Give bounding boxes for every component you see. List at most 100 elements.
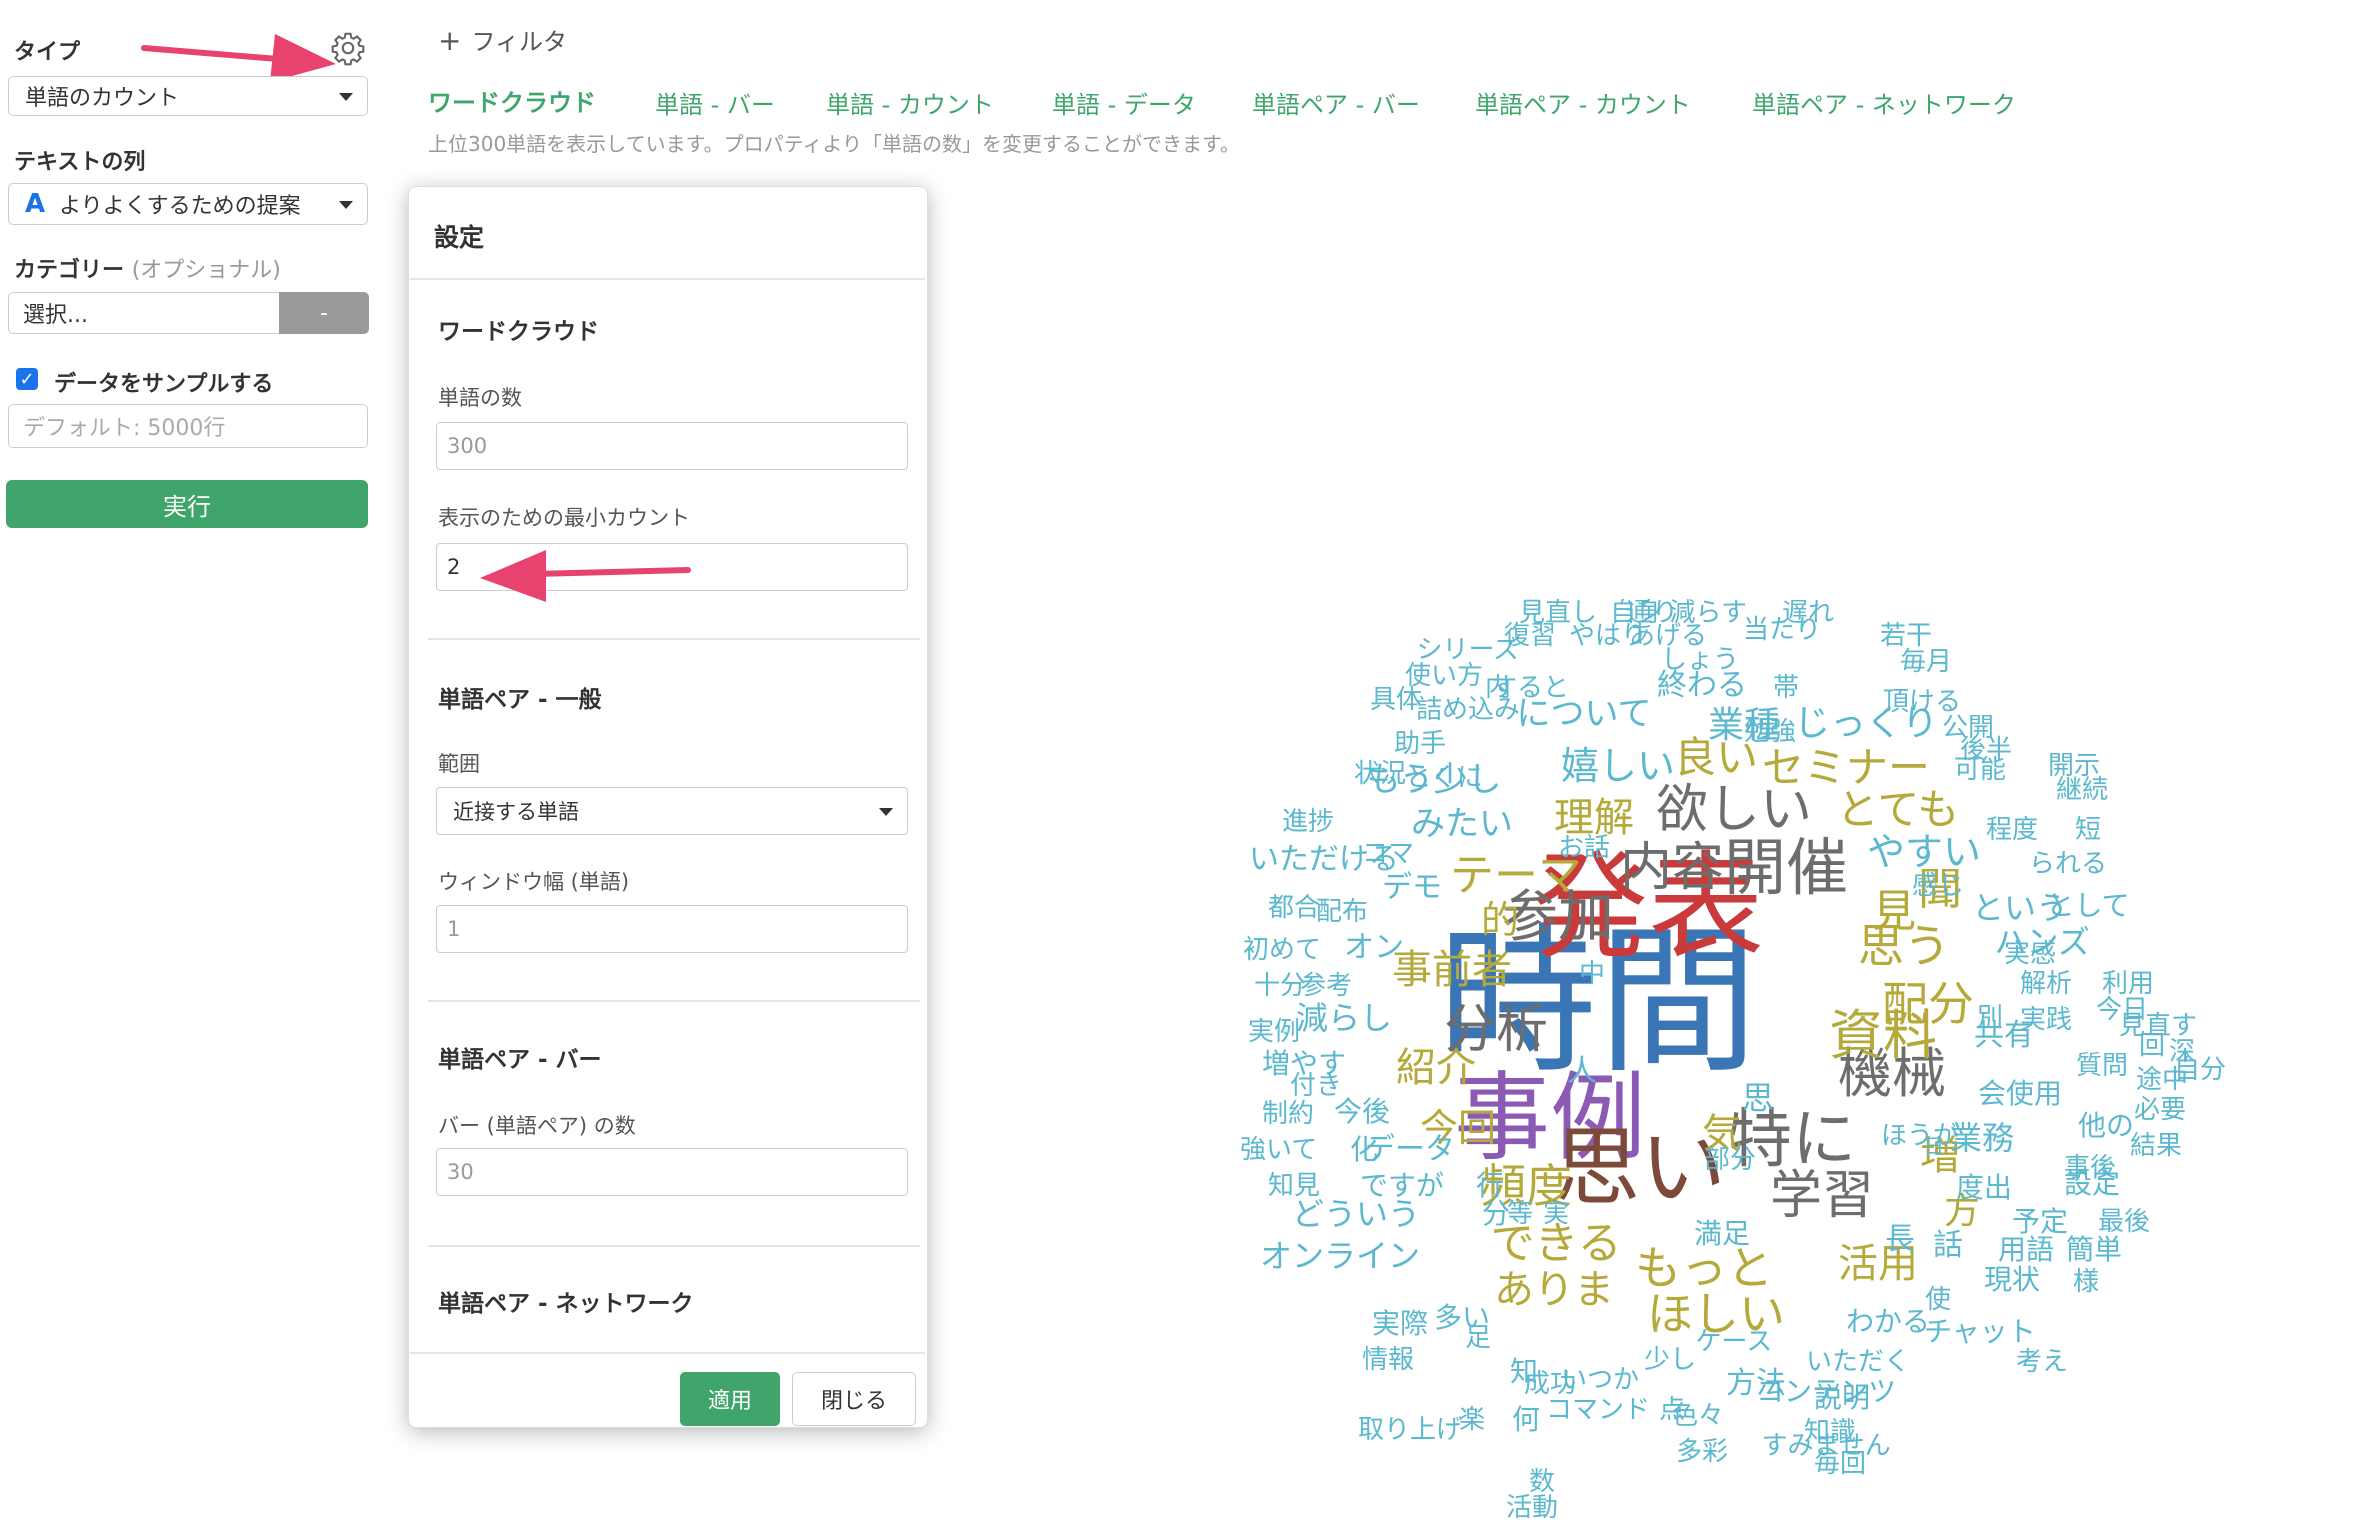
wordcloud-word: ほしい	[1647, 1287, 1785, 1341]
wordcloud-word: 程度	[1986, 815, 2039, 845]
wordcloud-word: 十分	[1254, 971, 1307, 1001]
tab-word-data[interactable]: 単語 - データ	[1052, 85, 1196, 120]
tab-word-count[interactable]: 単語 - カウント	[826, 85, 994, 120]
wordcloud-word: 通り	[1626, 598, 1679, 628]
tab-wordpair-bar[interactable]: 単語ペア - バー	[1252, 85, 1420, 120]
tab-wordpair-network[interactable]: 単語ペア - ネットワーク	[1752, 85, 2016, 120]
wordcloud-word: いただく	[1806, 1347, 1911, 1377]
tab-word-bar[interactable]: 単語 - バー	[655, 85, 775, 120]
window-width-input[interactable]: 1	[436, 905, 908, 953]
wordcloud-word: ですが	[1360, 1169, 1445, 1202]
chevron-down-icon	[339, 93, 353, 101]
wordcloud-word: 特に	[1728, 1103, 1856, 1177]
wordcloud-word: 思い	[1554, 1118, 1726, 1218]
wordcloud-word: コマ	[1362, 839, 1415, 869]
wordcloud-word: 的	[1481, 898, 1520, 942]
wordcloud-word: ほうが	[1881, 1121, 1960, 1151]
category-label-text: カテゴリー	[14, 258, 125, 283]
range-select[interactable]: 近接する単語	[436, 787, 908, 835]
wordcloud-word: 開示	[2048, 751, 2101, 781]
wordcloud-word: 具体	[1370, 685, 1423, 715]
wordcloud-word: できる	[1490, 1218, 1622, 1269]
wordcloud-word: 内	[1485, 673, 1512, 703]
wordcloud-word: 見直す	[2119, 1011, 2198, 1041]
wordcloud-word: 使	[1925, 1285, 1952, 1315]
wordcloud-word: 毎回	[1814, 1449, 1867, 1479]
wordcloud-word: 終わる	[1657, 668, 1747, 703]
section-wordpair-general-title: 単語ペア - 一般	[438, 687, 602, 713]
wordcloud-word: 参加	[1502, 885, 1614, 950]
wordcloud-word: ハンズ	[1994, 923, 2090, 961]
apply-button[interactable]: 適用	[680, 1372, 780, 1426]
text-type-icon: A	[25, 189, 46, 219]
wordcloud-word: ありま	[1494, 1267, 1614, 1313]
close-button[interactable]: 閉じる	[792, 1372, 916, 1426]
wordcloud-word: という	[1972, 889, 2069, 927]
word-count-input[interactable]: 300	[436, 422, 908, 470]
wordcloud-word: 業種	[1708, 705, 1781, 746]
wordcloud-word: 可能	[1954, 755, 2007, 785]
sample-checkbox[interactable]: ✓	[16, 368, 38, 390]
wordcloud-word: データ	[1365, 1132, 1455, 1167]
annotation-arrow-min-count	[480, 550, 691, 602]
wordcloud-word: 資料	[1829, 1004, 1937, 1067]
wordcloud-word: 自分	[2174, 1055, 2227, 1085]
wordcloud-word: 他の	[2078, 1109, 2135, 1142]
tab-wordpair-count[interactable]: 単語ペア - カウント	[1475, 85, 1691, 120]
annotation-arrow-gear	[141, 34, 336, 82]
wordcloud-word: 配分	[1882, 977, 1974, 1031]
wordcloud-word: 減らす	[1669, 598, 1747, 628]
wordcloud-word: 付き	[1290, 1071, 1343, 1101]
chevron-down-icon	[339, 201, 353, 209]
wordcloud-word: 少し	[1644, 1345, 1697, 1375]
divider	[410, 1352, 925, 1354]
wordcloud-word: 機械	[1838, 1042, 1946, 1105]
wordcloud-word: 参考	[1300, 971, 1353, 1001]
window-width-label: ウィンドウ幅 (単語)	[438, 870, 630, 894]
wordcloud-word: 話	[1933, 1228, 1963, 1263]
wordcloud-word: オンライン	[1260, 1237, 1421, 1275]
text-column-select[interactable]: A よりよくするための提案	[8, 183, 368, 225]
run-button[interactable]: 実行	[6, 480, 368, 528]
section-wordpair-bar-title: 単語ペア - バー	[438, 1047, 602, 1073]
bars-count-input[interactable]: 30	[436, 1148, 908, 1196]
divider	[428, 638, 920, 640]
chevron-down-icon	[879, 808, 893, 816]
text-column-value: よりよくするための提案	[59, 194, 301, 219]
tab-wordcloud[interactable]: ワードクラウド	[428, 83, 596, 118]
wordcloud-word: お話	[1558, 833, 1611, 863]
wordcloud-word: 日	[1924, 1134, 1944, 1158]
wordcloud-word: 気	[1702, 1111, 1742, 1157]
category-clear-button[interactable]: -	[279, 292, 369, 334]
wordcloud-word: 深	[2169, 1037, 2196, 1067]
wordcloud-word: シリーズ	[1416, 635, 1520, 665]
wordcloud-word: 質問	[2076, 1051, 2129, 1081]
wordcloud-word: 度出	[1956, 1171, 2013, 1204]
category-select[interactable]: 選択...	[8, 292, 280, 334]
wordcloud-word: 当たり	[1743, 615, 1822, 645]
wordcloud-word: どういう	[1292, 1195, 1421, 1233]
wordcloud-word: 配布	[1316, 897, 1369, 927]
type-label: タイプ	[14, 40, 81, 65]
wordcloud-word: 知	[1510, 1355, 1539, 1388]
wordcloud-word: 理解	[1554, 795, 1634, 841]
wordcloud-word: もっと	[1635, 1241, 1773, 1295]
wordcloud-word: 見直し	[1519, 598, 1598, 628]
bars-count-label: バー (単語ペア) の数	[438, 1114, 636, 1138]
sample-size-input[interactable]: デフォルト: 5000行	[8, 404, 368, 448]
wordcloud-word: 業務	[1950, 1119, 2015, 1157]
wordcloud-word: 減らし	[1296, 999, 1393, 1037]
wordcloud-word: すると	[1491, 673, 1570, 703]
wordcloud-word: 長	[1885, 1222, 1915, 1257]
add-filter-button[interactable]: + フィルタ	[438, 22, 567, 57]
wordcloud-word: られる	[2029, 849, 2108, 879]
wordcloud-word: デモ	[1382, 870, 1442, 905]
wordcloud-word: 嬉しい	[1561, 744, 1676, 788]
type-select[interactable]: 単語のカウント	[8, 76, 368, 116]
wordcloud-word: 数	[1529, 1467, 1556, 1497]
wordcloud-word: 今後	[1334, 1095, 1391, 1128]
wordcloud-word: 活動	[1506, 1493, 1559, 1523]
wordcloud-word: 方	[1944, 1191, 1981, 1232]
sample-label: データをサンプルする	[54, 372, 274, 397]
wordcloud-word: 別	[1977, 1003, 2004, 1033]
